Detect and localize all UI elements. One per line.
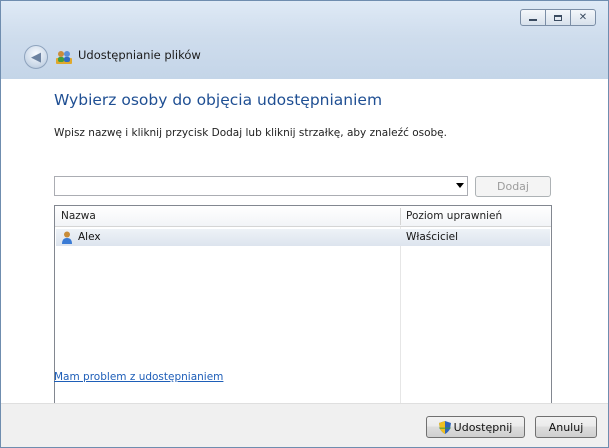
- header-separator[interactable]: [400, 208, 401, 225]
- back-button[interactable]: ◀: [24, 45, 48, 69]
- share-button[interactable]: Udostępnij: [426, 416, 525, 438]
- sharing-users-icon: [56, 51, 72, 64]
- caption-buttons: ✕: [520, 9, 596, 26]
- list-item[interactable]: Alex Właściciel: [56, 229, 550, 246]
- add-button[interactable]: Dodaj: [475, 176, 551, 197]
- maximize-icon: [554, 14, 562, 21]
- minimize-button[interactable]: [520, 9, 546, 26]
- dropdown-arrow-icon[interactable]: [456, 183, 464, 188]
- title-bar: ✕ ◀ Udostępnianie plików: [1, 1, 608, 79]
- column-header-permission[interactable]: Poziom uprawnień: [406, 210, 502, 222]
- person-combo-box[interactable]: [54, 176, 468, 196]
- share-button-label: Udostępnij: [453, 420, 513, 434]
- help-link[interactable]: Mam problem z udostępnianiem: [54, 371, 223, 383]
- cancel-button[interactable]: Anuluj: [535, 416, 597, 438]
- row-name: Alex: [78, 231, 101, 243]
- page-heading: Wybierz osoby do objęcia udostępnianiem: [54, 91, 383, 109]
- uac-shield-icon: [438, 420, 451, 434]
- row-permission[interactable]: Właściciel: [406, 231, 458, 243]
- file-sharing-window: ✕ ◀ Udostępnianie plików Wybierz osoby d…: [0, 0, 609, 448]
- column-header-name[interactable]: Nazwa: [61, 210, 96, 222]
- close-icon: ✕: [578, 12, 588, 23]
- maximize-button[interactable]: [545, 9, 571, 26]
- minimize-icon: [529, 19, 537, 21]
- close-button[interactable]: ✕: [570, 9, 596, 26]
- window-title: Udostępnianie plików: [78, 48, 201, 62]
- back-arrow-icon: ◀: [31, 49, 41, 65]
- user-icon: [62, 231, 72, 244]
- list-header: Nazwa Poziom uprawnień: [55, 206, 551, 227]
- main-content: Wybierz osoby do objęcia udostępnianiem …: [1, 79, 608, 437]
- instruction-text: Wpisz nazwę i kliknij przycisk Dodaj lub…: [54, 127, 447, 139]
- footer-bar: Udostępnij Anuluj: [1, 403, 608, 447]
